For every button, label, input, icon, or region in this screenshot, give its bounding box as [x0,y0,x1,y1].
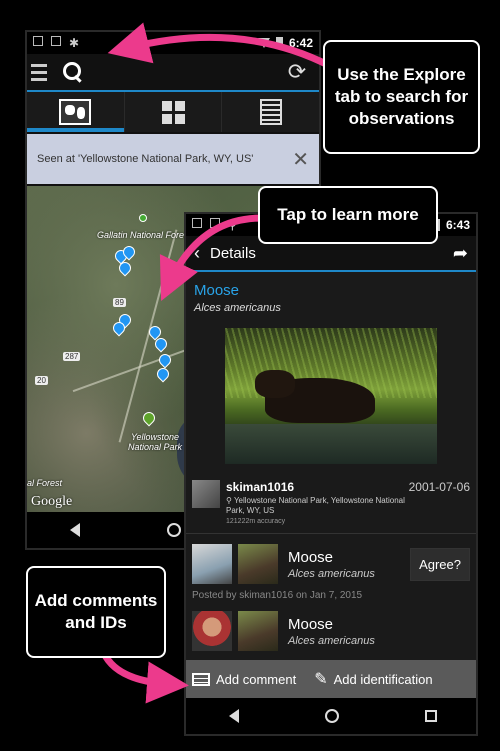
map-pin-icon[interactable] [154,365,172,383]
map-pin-icon[interactable] [140,409,158,427]
photo-water [225,424,437,464]
taxon-scientific-name: Alces americanus [194,302,281,314]
back-icon[interactable] [70,523,81,537]
callout-explore: Use the Explore tab to search for observ… [323,40,480,154]
add-comment-label: Add comment [216,671,297,687]
google-attribution: Google [31,494,73,509]
observation-photo[interactable] [225,328,437,464]
highway-shield: 89 [113,298,126,307]
location-filter-text: Seen at 'Yellowstone National Park, WY, … [37,153,254,165]
identifier-avatar[interactable] [192,544,232,584]
status-time: 6:43 [445,218,470,232]
action-bar: Add comment ✎ Add identification [186,660,476,698]
id-common-name: Moose [288,615,334,633]
add-identification-label: Add identification [333,671,433,687]
tab-map[interactable] [27,92,124,132]
phone-notification-icon [51,36,61,46]
back-arrow-icon[interactable]: ‹ [194,243,200,264]
battery-icon [275,37,283,49]
map-label-gallatin: Gallatin National Forest [97,230,192,240]
image-notification-icon [192,218,202,228]
add-comment-button[interactable]: Add comment [192,672,296,687]
close-icon[interactable]: ✕ [292,147,309,172]
android-icon: ✱ [69,36,80,50]
observation-place-text: Yellowstone National Park, Yellowstone N… [226,496,405,515]
identification-item: Moose Alces americanus [186,605,476,655]
observation-meta: skiman1016 ⚲ Yellowstone National Park, … [186,472,476,534]
wifi-icon [257,38,270,48]
share-icon[interactable]: ➦ [453,243,468,264]
comment-icon [192,672,210,686]
home-icon[interactable] [166,523,181,537]
search-icon[interactable] [61,60,85,84]
taxon-thumbnail [238,611,278,651]
image-notification-icon [33,36,43,46]
photo-moose-head [255,370,295,398]
observation-info: skiman1016 ⚲ Yellowstone National Park, … [226,480,409,525]
highway-shield: 20 [35,376,48,385]
callout-learn-more: Tap to learn more [258,186,438,244]
agree-button[interactable]: Agree? [410,547,470,581]
list-icon [259,99,282,125]
map-icon [59,99,92,125]
phone-notification-icon [210,218,220,228]
observation-date: 2001-07-06 [408,480,470,494]
posted-by: Posted by skiman1016 on Jan 7, 2015 [192,590,363,601]
identification-names: Moose Alces americanus [288,549,375,580]
menu-icon[interactable] [31,63,47,81]
observation-place: ⚲ Yellowstone National Park, Yellowstone… [226,496,409,516]
highway-shield: 287 [63,352,81,361]
taxon-common-name[interactable]: Moose [194,282,468,299]
identification-names: Moose Alces americanus [288,616,375,647]
callout-comments: Add comments and IDs [26,566,166,658]
home-icon[interactable] [325,709,339,723]
pin-icon: ⚲ [226,496,234,505]
refresh-icon[interactable]: ⟳ [285,60,309,84]
system-nav-bar [186,698,476,734]
identifier-avatar[interactable] [192,611,232,651]
tab-grid[interactable] [123,92,222,132]
map-label-forest: al Forest [27,478,63,488]
id-scientific-name: Alces americanus [288,567,375,580]
taxon-thumbnail [238,544,278,584]
pencil-icon: ✎ [314,671,328,688]
map-label-yellowstone: Yellowstone National Park [127,432,183,452]
tab-list[interactable] [221,92,319,132]
id-common-name: Moose [288,548,334,566]
identification-item: Moose Alces americanus Agree? Posted by … [186,534,476,605]
grid-icon [161,100,185,124]
back-icon[interactable] [229,709,239,723]
explore-toolbar: ⟳ [27,54,319,92]
page-title: Details [210,244,256,262]
observer-username[interactable]: skiman1016 [226,480,409,494]
location-icon: ⚲ [228,218,237,232]
taxon-header: Moose Alces americanus [186,272,476,314]
recents-icon[interactable] [425,710,437,722]
location-filter-bar: Seen at 'Yellowstone National Park, WY, … [27,134,319,184]
map-marker-dot [139,214,147,222]
tutorial-screen: ✱ 6:42 ⟳ Seen at 'Yellowstone National P… [0,0,500,751]
status-time: 6:42 [288,36,313,50]
observation-accuracy: 121222m accuracy [226,518,286,525]
view-tabs [27,92,319,132]
id-scientific-name: Alces americanus [288,634,375,647]
add-identification-button[interactable]: ✎ Add identification [314,669,432,689]
details-phone: ⚲ 6:43 ‹ Details ➦ Moose Alces americanu… [184,212,478,736]
avatar[interactable] [192,480,220,508]
status-bar: ✱ 6:42 [27,32,319,54]
